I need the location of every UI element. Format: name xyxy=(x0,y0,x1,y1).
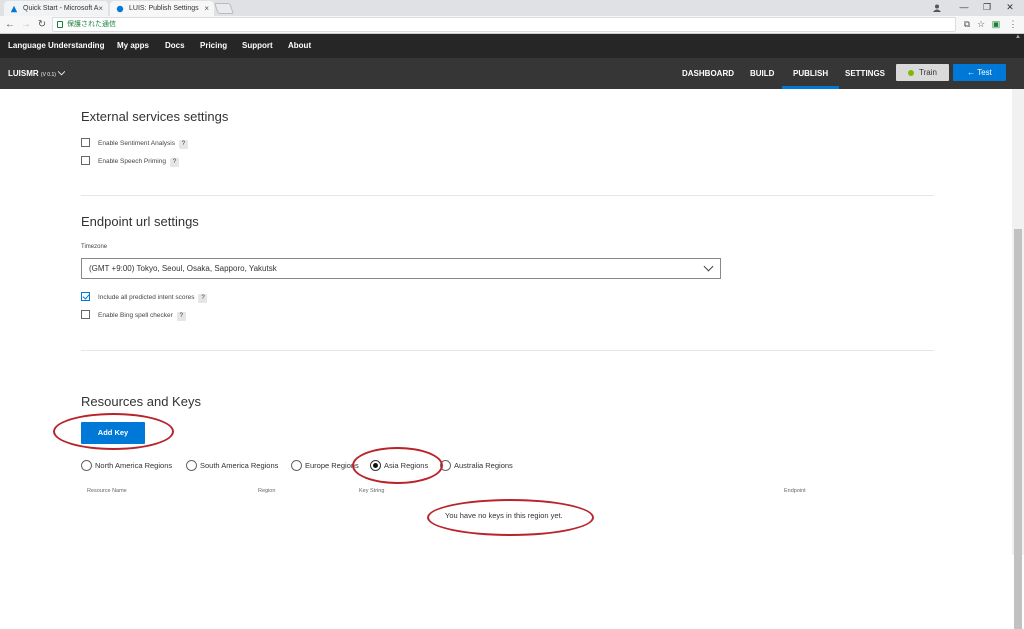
resources-keys-heading: Resources and Keys xyxy=(81,394,201,409)
help-icon[interactable]: ? xyxy=(198,294,208,303)
minimize-icon[interactable]: — xyxy=(953,0,975,16)
profile-icon[interactable] xyxy=(932,3,942,13)
help-icon[interactable]: ? xyxy=(169,158,179,167)
external-services-heading: External services settings xyxy=(81,109,229,124)
intent-scores-option[interactable]: Include all predicted intent scores? xyxy=(81,291,208,304)
radio-button-selected[interactable] xyxy=(370,459,381,471)
chevron-down-icon xyxy=(58,71,66,76)
browser-tabstrip: Quick Start - Microsoft A × LUIS: Publis… xyxy=(0,0,1024,16)
column-header-endpoint[interactable]: Endpoint xyxy=(784,488,806,494)
tab-title: Quick Start - Microsoft A xyxy=(23,5,99,12)
train-label: Train xyxy=(919,68,937,77)
test-label: Test xyxy=(977,68,992,77)
divider xyxy=(81,350,934,351)
option-label: Enable Sentiment Analysis xyxy=(98,140,175,147)
sentiment-analysis-option[interactable]: Enable Sentiment Analysis? xyxy=(81,137,188,150)
option-label: Include all predicted intent scores xyxy=(98,294,195,301)
address-bar[interactable]: 保護された通信 xyxy=(52,17,956,32)
browser-menu-icon[interactable]: ⋮ xyxy=(1008,19,1018,29)
forward-icon[interactable]: → xyxy=(20,18,32,32)
top-navigation: Language Understanding My apps Docs Pric… xyxy=(0,34,1024,58)
nav-support[interactable]: Support xyxy=(242,34,273,58)
region-label: North America Regions xyxy=(95,461,173,470)
region-australia[interactable]: Australia Regions xyxy=(440,459,513,472)
option-label: Enable Speech Priming xyxy=(98,158,166,165)
app-selector[interactable]: LUISMR (V 0.1) xyxy=(8,58,66,89)
radio-button[interactable] xyxy=(440,459,451,471)
help-icon[interactable]: ? xyxy=(176,312,186,321)
app-version: (V 0.1) xyxy=(40,72,56,78)
region-label: Asia Regions xyxy=(384,461,429,470)
scrollbar-thumb[interactable] xyxy=(1014,229,1022,629)
browser-tab-luis[interactable]: LUIS: Publish Settings × xyxy=(110,1,214,16)
region-asia[interactable]: Asia Regions xyxy=(370,459,429,472)
column-header-key-string[interactable]: Key String xyxy=(359,488,384,494)
app-name: LUISMR xyxy=(8,69,39,78)
column-header-resource-name[interactable]: Resource Name xyxy=(87,488,127,494)
region-label: South America Regions xyxy=(200,461,279,470)
region-label: Australia Regions xyxy=(454,461,513,470)
browser-tab-quickstart[interactable]: Quick Start - Microsoft A × xyxy=(4,1,108,16)
brand-link[interactable]: Language Understanding xyxy=(8,34,104,58)
train-button[interactable]: Train xyxy=(896,64,949,81)
extension-icon[interactable]: ▣ xyxy=(991,19,1001,29)
azure-favicon-icon xyxy=(10,5,18,13)
tab-title: LUIS: Publish Settings xyxy=(129,5,199,12)
help-icon[interactable]: ? xyxy=(178,140,188,149)
empty-keys-message: You have no keys in this region yet. xyxy=(445,511,563,520)
region-south-america[interactable]: South America Regions xyxy=(186,459,279,472)
secure-connection-label: 保護された通信 xyxy=(67,21,116,28)
translate-icon[interactable]: ⧉ xyxy=(962,19,972,29)
speech-priming-checkbox[interactable] xyxy=(81,155,90,165)
chevron-down-icon xyxy=(703,261,714,272)
tab-build[interactable]: BUILD xyxy=(750,58,774,89)
nav-about[interactable]: About xyxy=(288,34,311,58)
region-north-america[interactable]: North America Regions xyxy=(81,459,173,472)
timezone-select[interactable]: (GMT +9:00) Tokyo, Seoul, Osaka, Sapporo… xyxy=(81,258,721,279)
speech-priming-option[interactable]: Enable Speech Priming? xyxy=(81,155,179,168)
timezone-label: Timezone xyxy=(81,244,108,250)
page-scrollbar[interactable] xyxy=(1012,89,1024,629)
radio-button[interactable] xyxy=(81,459,92,471)
add-key-button[interactable]: Add Key xyxy=(81,422,145,444)
test-button[interactable]: ← Test xyxy=(953,64,1006,81)
tab-settings[interactable]: SETTINGS xyxy=(845,58,885,89)
region-europe[interactable]: Europe Regions xyxy=(291,459,359,472)
new-tab-button[interactable] xyxy=(213,3,235,14)
region-label: Europe Regions xyxy=(305,461,359,470)
publish-settings-page: External services settings Enable Sentim… xyxy=(0,89,1012,555)
lock-icon xyxy=(57,21,63,28)
option-label: Enable Bing spell checker xyxy=(98,312,173,319)
intent-scores-checkbox[interactable] xyxy=(81,291,90,301)
timezone-value: (GMT +9:00) Tokyo, Seoul, Osaka, Sapporo… xyxy=(89,264,277,273)
radio-button[interactable] xyxy=(186,459,197,471)
endpoint-settings-heading: Endpoint url settings xyxy=(81,214,199,229)
sentiment-analysis-checkbox[interactable] xyxy=(81,137,90,147)
app-navigation: LUISMR (V 0.1) DASHBOARD BUILD PUBLISH S… xyxy=(0,58,1024,89)
nav-pricing[interactable]: Pricing xyxy=(200,34,227,58)
nav-my-apps[interactable]: My apps xyxy=(117,34,149,58)
train-status-dot xyxy=(908,69,915,76)
browser-toolbar: ← → ↻ 保護された通信 ⧉ ☆ ▣ ⋮ xyxy=(0,16,1024,34)
divider xyxy=(81,195,934,196)
tab-publish[interactable]: PUBLISH xyxy=(782,58,840,89)
reload-icon[interactable]: ↻ xyxy=(36,18,48,32)
tab-dashboard[interactable]: DASHBOARD xyxy=(682,58,734,89)
close-tab-icon[interactable]: × xyxy=(98,1,103,16)
column-header-region[interactable]: Region xyxy=(258,488,275,494)
restore-icon[interactable]: ❐ xyxy=(976,0,998,16)
nav-docs[interactable]: Docs xyxy=(165,34,185,58)
bookmark-star-icon[interactable]: ☆ xyxy=(976,19,986,29)
back-icon[interactable]: ← xyxy=(4,18,16,32)
bing-spell-option[interactable]: Enable Bing spell checker? xyxy=(81,309,186,322)
arrow-left-icon: ← xyxy=(967,68,978,77)
scroll-up-arrow-icon[interactable]: ▲ xyxy=(1012,34,1024,44)
close-window-icon[interactable]: ✕ xyxy=(999,0,1021,16)
luis-favicon-icon xyxy=(116,5,124,13)
radio-button[interactable] xyxy=(291,459,302,471)
bing-spell-checkbox[interactable] xyxy=(81,309,90,319)
close-tab-icon[interactable]: × xyxy=(204,1,209,16)
